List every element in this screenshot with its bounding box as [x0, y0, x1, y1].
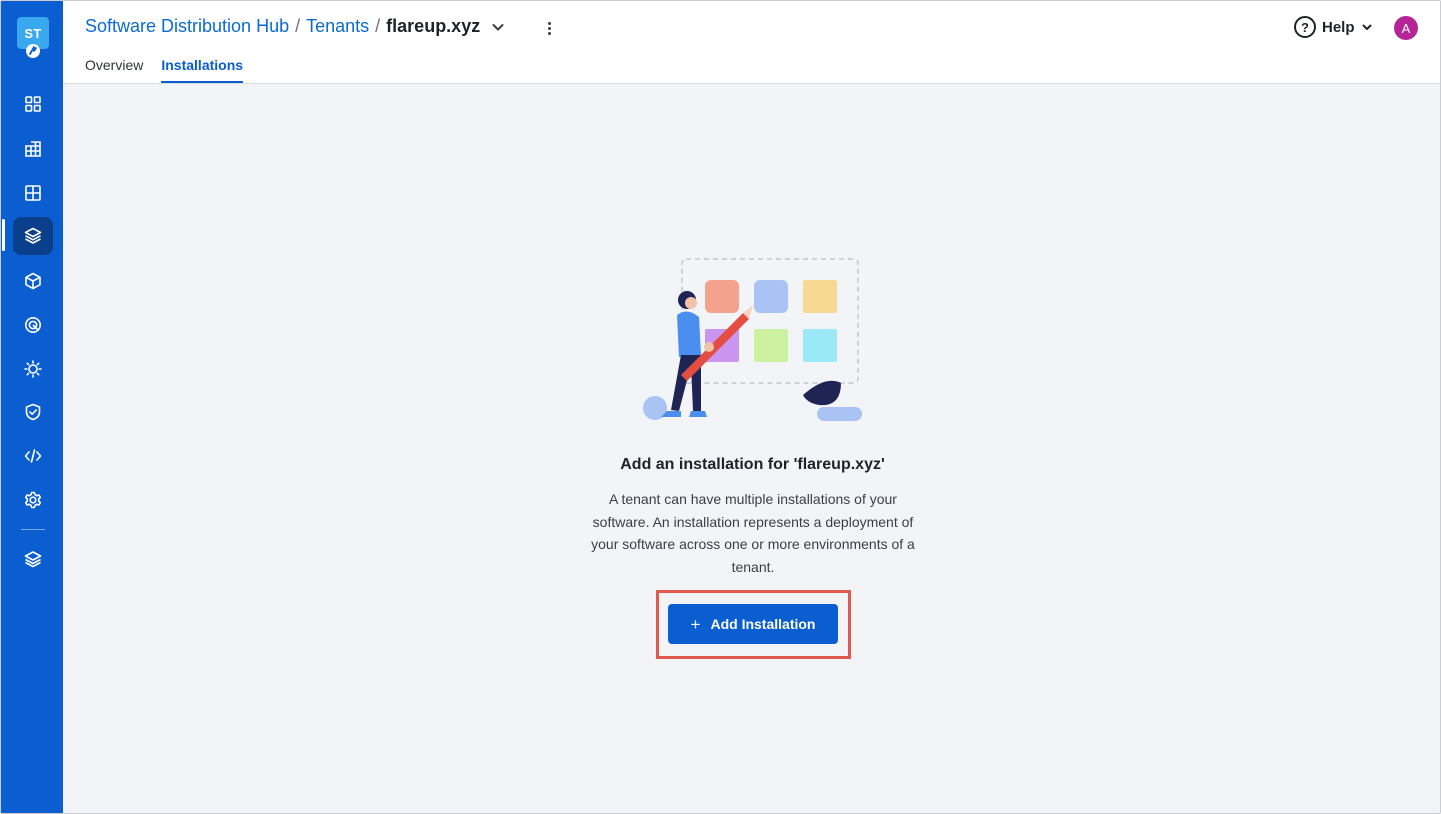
page-header: Software Distribution Hub / Tenants / fl… — [63, 1, 1440, 84]
sidebar-item-dashboard[interactable] — [13, 85, 53, 123]
app-window: ST Software Distribution Hub / Tenants /… — [0, 0, 1441, 814]
breadcrumb: Software Distribution Hub / Tenants / fl… — [85, 16, 506, 37]
dashboard-grid-icon — [25, 96, 41, 112]
target-icon — [25, 317, 41, 333]
sidebar-item-settings[interactable] — [13, 481, 53, 519]
sidebar-item-layers[interactable] — [13, 540, 53, 578]
page-tabs: Overview Installations — [85, 57, 243, 83]
sidebar: ST — [1, 1, 63, 813]
help-label: Help — [1322, 18, 1355, 36]
layout-grid-icon — [25, 185, 41, 201]
empty-state-title: Add an installation for 'flareup.xyz' — [620, 456, 885, 473]
app-logo[interactable]: ST — [17, 17, 49, 61]
breadcrumb-current-tenant: flareup.xyz — [386, 16, 481, 36]
layers-icon — [24, 551, 42, 568]
add-installation-label: Add Installation — [710, 616, 816, 632]
tab-installations[interactable]: Installations — [161, 57, 243, 83]
logo-mark-icon — [26, 44, 40, 58]
shield-check-icon — [25, 403, 41, 421]
help-icon: ? — [1294, 16, 1316, 38]
cube-icon — [25, 272, 41, 290]
tenant-switcher-chevron-down-icon[interactable] — [490, 19, 506, 35]
active-nav-marker — [2, 219, 5, 251]
empty-state-description: A tenant can have multiple installations… — [591, 491, 915, 575]
tab-overview[interactable]: Overview — [85, 57, 143, 81]
sidebar-item-targets[interactable] — [13, 306, 53, 344]
plus-icon: + — [690, 614, 701, 634]
empty-state-illustration — [643, 258, 862, 421]
more-options-kebab-icon[interactable] — [539, 17, 559, 39]
code-icon — [24, 449, 42, 463]
help-menu-button[interactable]: ? Help — [1294, 16, 1373, 38]
breadcrumb-separator: / — [375, 16, 381, 36]
sun-gear-icon — [24, 360, 42, 378]
sidebar-item-developer[interactable] — [13, 437, 53, 475]
sidebar-item-security[interactable] — [13, 393, 53, 431]
add-installation-button[interactable]: + Add Installation — [668, 604, 838, 644]
settings-gear-icon — [24, 491, 42, 509]
help-chevron-down-icon — [1361, 21, 1373, 33]
breadcrumb-separator: / — [295, 16, 301, 36]
installations-empty-state: Add an installation for 'flareup.xyz' A … — [63, 85, 1440, 813]
table-grid-icon — [25, 141, 41, 157]
sidebar-item-software-distribution[interactable] — [13, 217, 53, 255]
packages-icon — [24, 227, 42, 244]
breadcrumb-root-link[interactable]: Software Distribution Hub — [85, 16, 289, 37]
sidebar-item-environments[interactable] — [13, 350, 53, 388]
sidebar-item-layout[interactable] — [13, 174, 53, 212]
breadcrumb-tenants-link[interactable]: Tenants — [306, 16, 369, 37]
user-avatar[interactable]: A — [1394, 16, 1418, 40]
sidebar-divider — [21, 529, 45, 530]
sidebar-item-products[interactable] — [13, 262, 53, 300]
sidebar-item-tables[interactable] — [13, 130, 53, 168]
